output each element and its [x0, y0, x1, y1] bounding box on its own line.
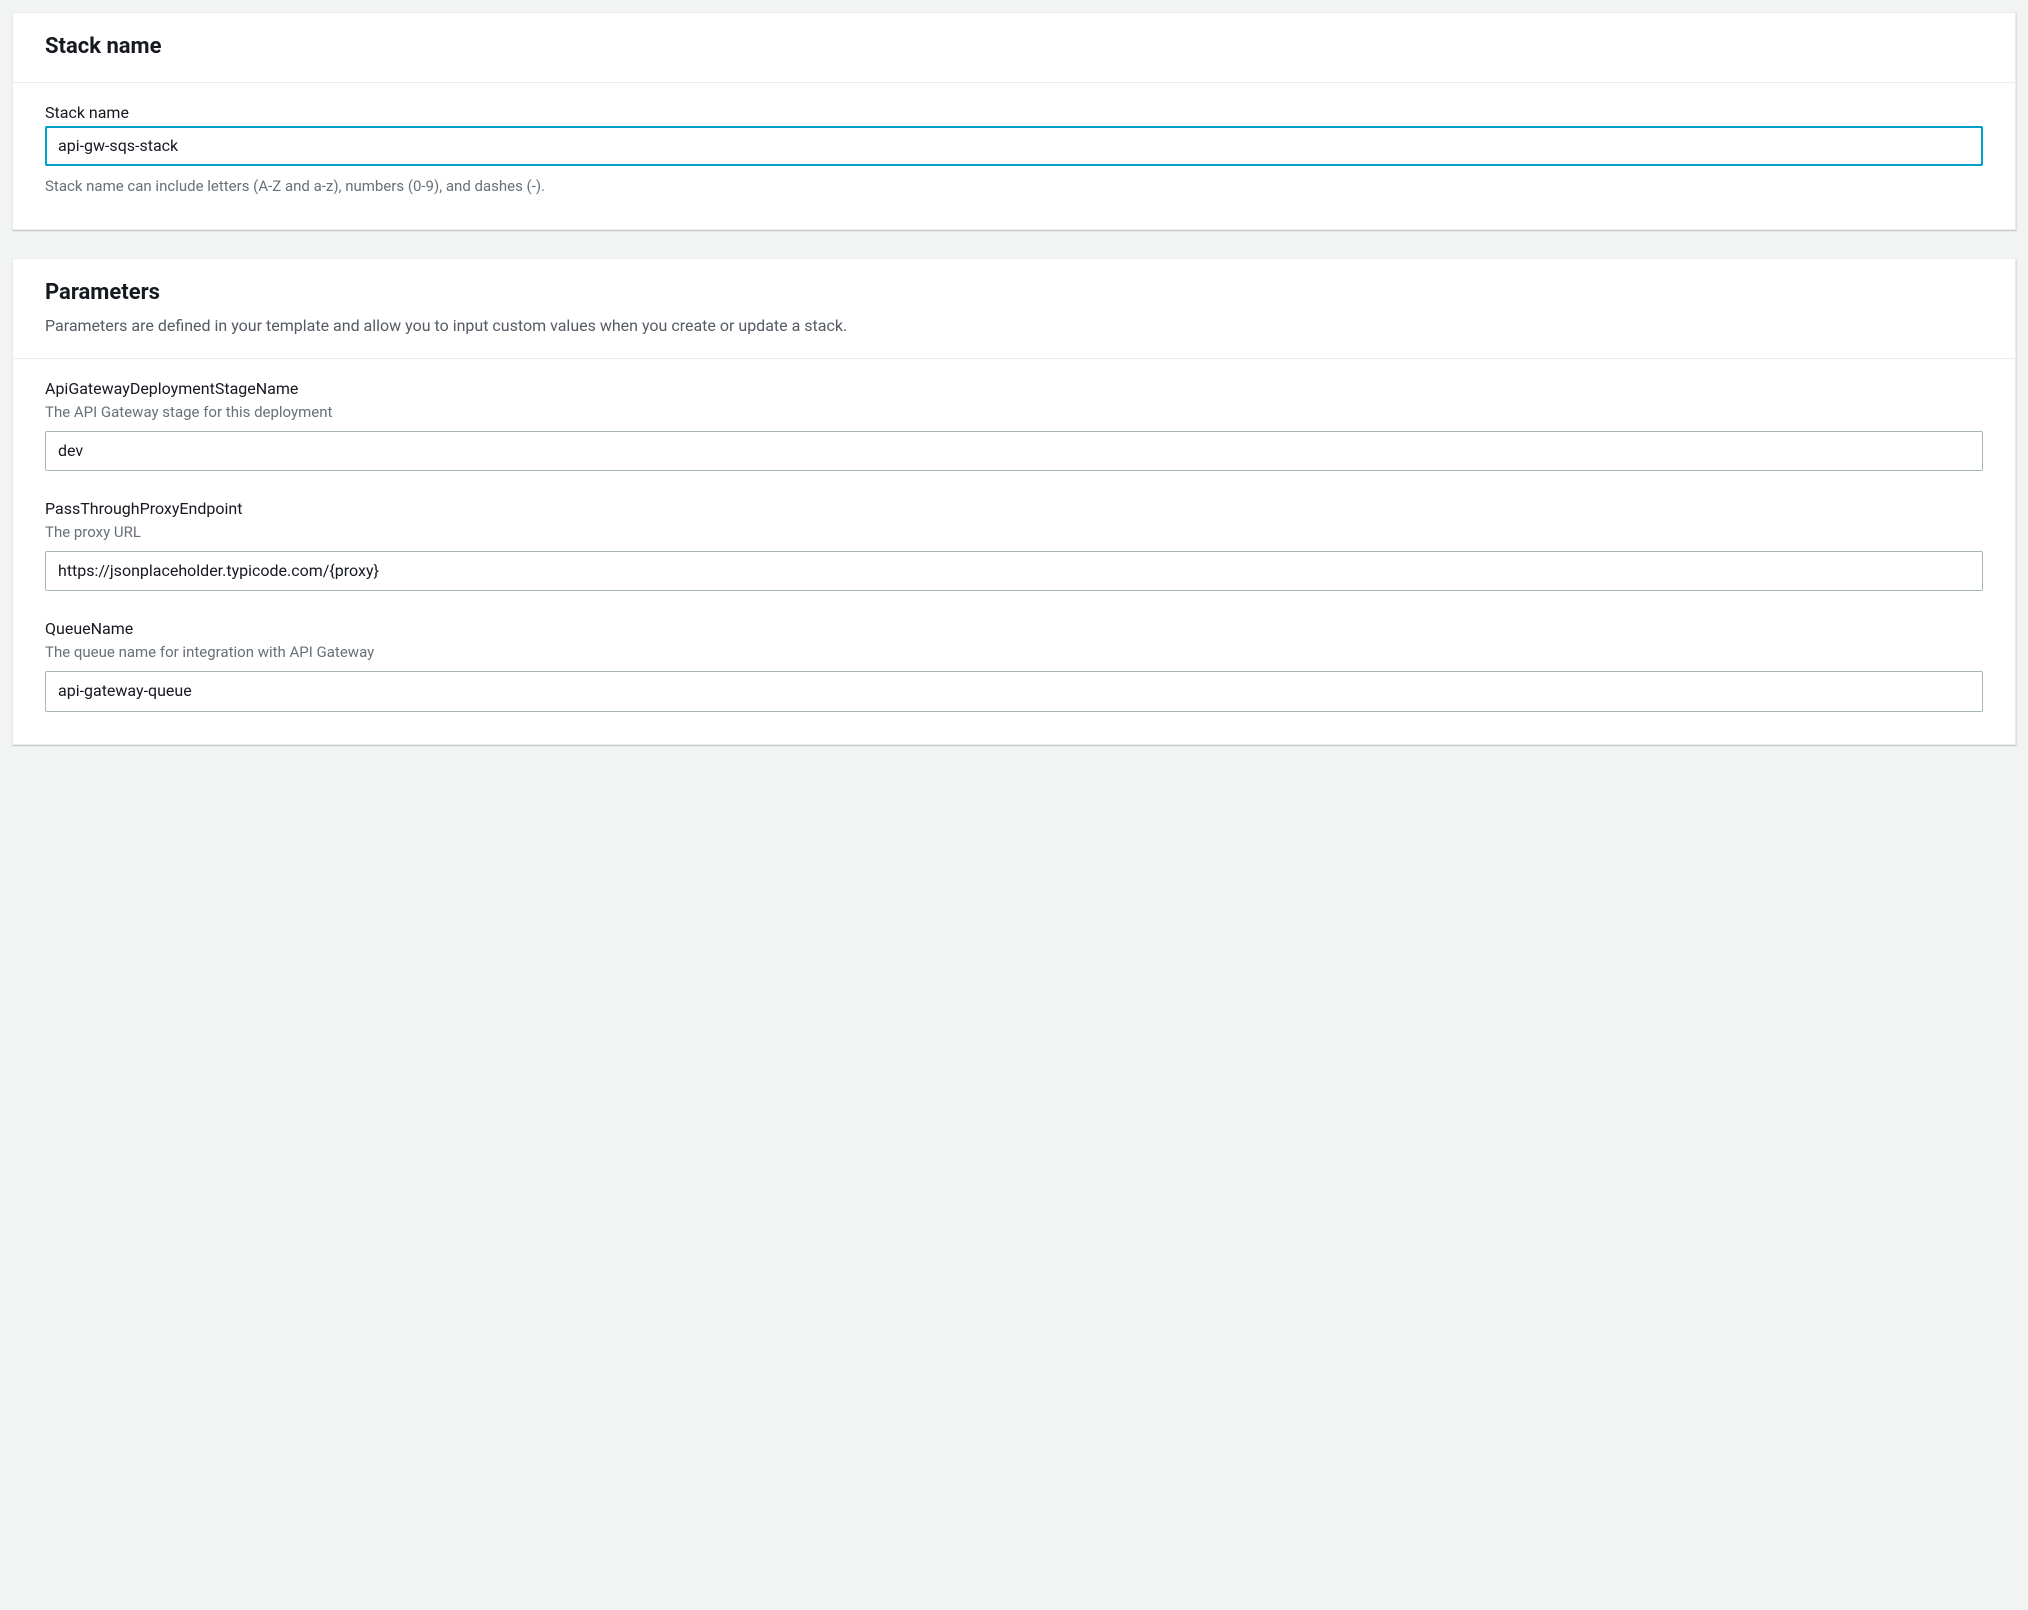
proxy-endpoint-label: PassThroughProxyEndpoint: [45, 499, 1983, 518]
queue-name-form-group: QueueName The queue name for integration…: [45, 619, 1983, 711]
queue-name-input[interactable]: [45, 671, 1983, 711]
stack-name-panel-title: Stack name: [45, 33, 1983, 62]
parameters-panel-header: Parameters Parameters are defined in you…: [13, 259, 2015, 359]
proxy-endpoint-form-group: PassThroughProxyEndpoint The proxy URL: [45, 499, 1983, 591]
parameters-panel-title: Parameters: [45, 279, 1983, 308]
stack-name-input[interactable]: [45, 126, 1983, 166]
queue-name-description: The queue name for integration with API …: [45, 642, 1983, 663]
stack-name-panel-body: Stack name Stack name can include letter…: [13, 83, 2015, 229]
proxy-endpoint-input[interactable]: [45, 551, 1983, 591]
stack-name-form-group: Stack name Stack name can include letter…: [45, 103, 1983, 197]
queue-name-label: QueueName: [45, 619, 1983, 638]
proxy-endpoint-description: The proxy URL: [45, 522, 1983, 543]
stack-name-label: Stack name: [45, 103, 1983, 122]
api-gateway-stage-label: ApiGatewayDeploymentStageName: [45, 379, 1983, 398]
api-gateway-stage-form-group: ApiGatewayDeploymentStageName The API Ga…: [45, 379, 1983, 471]
parameters-panel-body: ApiGatewayDeploymentStageName The API Ga…: [13, 359, 2015, 744]
stack-name-panel: Stack name Stack name Stack name can inc…: [12, 12, 2016, 230]
stack-name-panel-header: Stack name: [13, 13, 2015, 83]
api-gateway-stage-input[interactable]: [45, 431, 1983, 471]
api-gateway-stage-description: The API Gateway stage for this deploymen…: [45, 402, 1983, 423]
stack-name-help-text: Stack name can include letters (A-Z and …: [45, 176, 1983, 197]
parameters-panel-subtitle: Parameters are defined in your template …: [45, 314, 1983, 338]
parameters-panel: Parameters Parameters are defined in you…: [12, 258, 2016, 745]
